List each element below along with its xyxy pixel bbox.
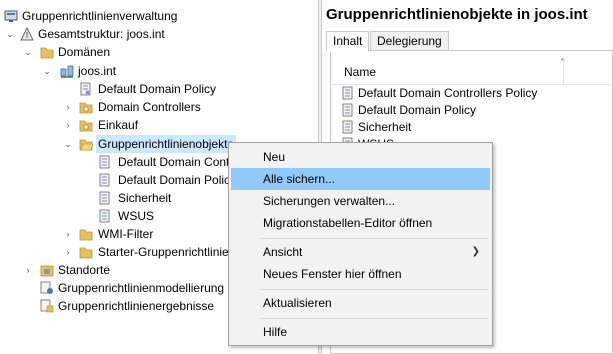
chevron-down-icon[interactable]: ⌄ [42,62,52,80]
list-item-label: Sicherheit [358,120,412,134]
domain-icon [60,65,74,78]
chevron-right-icon[interactable]: › [63,243,73,261]
menu-item-hilfe[interactable]: Hilfe [231,321,490,343]
column-divider[interactable] [563,57,564,85]
column-header-name[interactable]: Name ⌃ [331,57,613,85]
ou-folder-icon [79,120,93,132]
ou-folder-icon [79,102,93,114]
tree-item-label: Einkauf [98,118,139,132]
menu-item-neu[interactable]: Neu [231,146,490,168]
list-item-label: Default Domain Policy [358,103,477,117]
tree-item-label: Default Domain Policy [98,82,217,96]
tree-item-label: Gruppenrichtlinienobjekte [96,135,237,153]
gpo-icon [342,120,353,134]
column-header-label: Name [344,65,377,79]
menu-item-label: Ansicht [263,245,303,259]
gpm-console-icon [4,10,18,22]
submenu-arrow-icon: ❯ [471,246,480,257]
folder-icon [79,229,93,241]
gpo-icon [99,155,110,169]
sites-icon [40,265,54,277]
gpo-icon [342,86,353,100]
tree-item-label: Sicherheit [118,191,172,205]
tree-item-label: WMI-Filter [98,227,154,241]
chevron-right-icon[interactable]: › [63,225,73,243]
tab-delegierung[interactable]: Delegierung [370,31,449,51]
gpo-icon [99,191,110,205]
menu-separator [259,318,489,319]
tree-item-label: WSUS [118,209,154,223]
gpo-icon [99,209,110,223]
menu-separator [259,289,489,290]
tab-inhalt[interactable]: Inhalt [326,31,370,52]
menu-item-migrationstabellen-editor[interactable]: Migrationstabellen-Editor öffnen [231,212,490,234]
tree-item-label: Gruppenrichtlinienergebnisse [58,299,215,313]
tree-item-label: Domänen [58,45,111,59]
chevron-down-icon[interactable]: ⌄ [63,135,73,153]
gpo-link-icon [80,82,91,96]
folder-icon [40,47,54,59]
modeling-icon [40,281,53,294]
page-title: Gruppenrichtlinienobjekte in joos.int [326,6,588,23]
chevron-down-icon[interactable]: ⌄ [23,43,33,61]
forest-icon [20,27,34,41]
chevron-down-icon[interactable]: ⌄ [5,25,15,43]
folder-open-icon [79,139,93,151]
menu-item-neues-fenster[interactable]: Neues Fenster hier öffnen [231,263,490,285]
context-menu: Neu Alle sichern... Sicherungen verwalte… [228,142,493,346]
chevron-right-icon[interactable]: › [23,261,33,279]
menu-separator [259,238,489,239]
list-item-label: Default Domain Controllers Policy [358,86,538,100]
chevron-right-icon[interactable]: › [63,116,73,134]
menu-item-aktualisieren[interactable]: Aktualisieren [231,292,490,314]
tree-item-label: Gesamtstruktur: joos.int [38,27,165,41]
menu-item-alle-sichern[interactable]: Alle sichern... [231,168,490,190]
gpo-icon [99,173,110,187]
menu-item-ansicht[interactable]: Ansicht ❯ [231,241,490,263]
gpo-icon [342,103,353,117]
tree-item-label: Gruppenrichtlinienverwaltung [22,9,178,23]
tree-item-label: Standorte [58,263,111,277]
folder-icon [79,247,93,259]
tree-item-label: Gruppenrichtlinienmodellierung [58,281,225,295]
results-icon [40,299,54,313]
chevron-right-icon[interactable]: › [63,98,73,116]
tree-item-label: Domain Controllers [98,100,201,114]
menu-item-sicherungen-verwalten[interactable]: Sicherungen verwalten... [231,190,490,212]
tree-item-label: Default Domain Policy [118,173,237,187]
tree-item-label: joos.int [78,64,117,78]
